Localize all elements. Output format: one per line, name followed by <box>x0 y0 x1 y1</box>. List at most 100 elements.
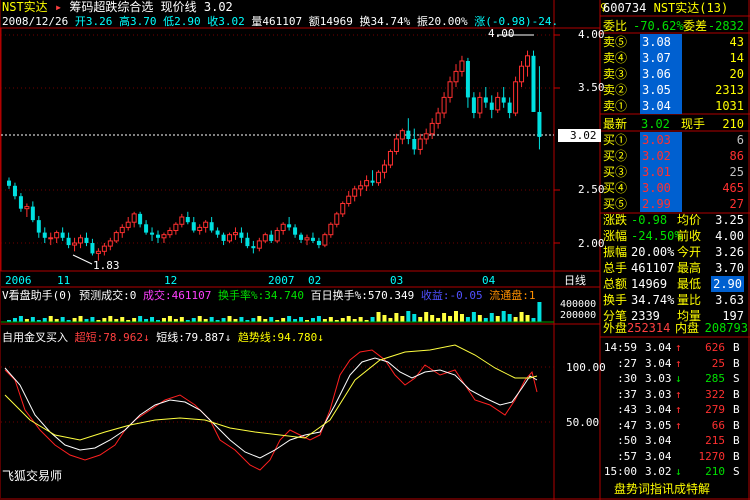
volume-bar <box>287 316 292 322</box>
candle <box>477 92 483 119</box>
ohlc-change: 涨(-0.98)-24. <box>474 15 559 28</box>
candle <box>251 240 256 254</box>
volume-bar <box>239 317 244 322</box>
volume-bar <box>382 315 387 322</box>
sell-label: 卖⑤ <box>603 35 628 49</box>
sell-volume: 14 <box>729 51 744 65</box>
candle <box>173 222 179 235</box>
indicator-trend: 趋势线:94.780 <box>237 331 318 344</box>
candle <box>310 232 315 243</box>
candle <box>197 224 203 235</box>
volume-bar <box>179 317 184 322</box>
buy-row: 买③ 3.01 25 <box>603 164 748 180</box>
volume-bar <box>30 317 35 322</box>
tick-row: :30 3.03 ↓ 285 S <box>617 372 740 385</box>
sell-row: 卖② 3.05 2313 <box>603 82 748 98</box>
candle <box>232 227 238 240</box>
candle <box>185 211 190 225</box>
period-label[interactable]: 日线 <box>564 274 586 287</box>
buy-row: 买⑤ 2.99 27 <box>603 196 748 212</box>
volume-bar <box>412 314 417 322</box>
vol-gain: 收益:-0.05 <box>420 289 483 302</box>
candle <box>203 220 209 233</box>
sell-price: 3.07 <box>640 50 682 66</box>
volume-helper-header: V看盘助手(0) 预测成交:0 成交:461107 换手率%:34.740 百日… <box>2 289 535 302</box>
candle <box>113 230 119 243</box>
candle <box>537 66 542 150</box>
volume-bar <box>537 302 542 322</box>
volume-bar <box>221 318 226 322</box>
volume-bar <box>120 317 125 322</box>
candle <box>513 76 519 117</box>
tick-row: 15:00 3.02 ↓ 210 S <box>603 465 740 478</box>
volume-bar <box>406 311 411 322</box>
sell-volume: 43 <box>729 35 744 49</box>
volume-bar <box>197 316 202 322</box>
ohlc-date: 2008/12/26 <box>2 15 69 28</box>
candle <box>239 227 244 243</box>
formula-name[interactable]: 筹码超跌综合选 <box>69 0 153 14</box>
volume-bar <box>108 316 113 322</box>
buy-volume: 6 <box>736 133 744 147</box>
candle <box>90 238 95 256</box>
volume-bar <box>465 317 470 322</box>
price-axis-label: 4.00 <box>578 28 605 41</box>
candle <box>519 61 525 87</box>
stock-name: NST实达 <box>653 1 700 15</box>
stat-row: 总额 14969 最低 2.90 <box>603 276 744 292</box>
candle <box>358 180 364 197</box>
vol-helper-title[interactable]: V看盘助手(0) <box>2 289 73 302</box>
vol-amount: 成交:461107 <box>143 289 212 302</box>
price-axis-label: 2.00 <box>578 237 605 250</box>
volume-bar <box>442 313 447 322</box>
candle <box>412 128 417 155</box>
ohlc-open: 开3.26 <box>74 15 113 28</box>
candle <box>435 107 441 129</box>
buy-price: 2.99 <box>640 196 682 212</box>
buy-label: 买② <box>603 149 628 163</box>
volume-bar <box>424 312 429 322</box>
sell-volume: 20 <box>729 67 744 81</box>
volume-bar <box>418 317 423 322</box>
candle <box>293 224 298 238</box>
buy-row: 买② 3.02 86 <box>603 148 748 164</box>
volume-bar <box>18 316 23 322</box>
volume-bar <box>150 317 155 322</box>
header-arrow-icon[interactable]: ▸ <box>55 0 62 14</box>
ohlc-high: 高3.70 <box>118 15 157 28</box>
trend-line <box>4 344 538 441</box>
volume-bar <box>358 317 363 322</box>
volume-bar <box>257 316 262 322</box>
candle <box>262 232 268 243</box>
price-axis-label: 2.50 <box>578 183 605 196</box>
sell-label: 卖② <box>603 83 628 97</box>
volume-bar <box>102 318 107 322</box>
candle <box>30 201 35 223</box>
stat-row: 涨幅 -24.50% 前收 4.00 <box>603 229 744 243</box>
indicator-title[interactable]: 自用金叉买入 <box>2 331 68 344</box>
vol-pred: 预测成交:0 <box>79 289 137 302</box>
candle <box>12 182 17 200</box>
vol-turnover100: 百日换手%:570.349 <box>310 289 415 302</box>
volume-bar <box>72 318 77 322</box>
indicator-lines <box>4 344 538 471</box>
candle <box>131 211 137 228</box>
candle <box>531 50 536 112</box>
candle <box>221 232 226 246</box>
stat-row: 换手 34.74% 量比 3.63 <box>603 293 744 307</box>
candle <box>156 230 160 243</box>
bottom-menu[interactable]: 盘势词指讯成特解 <box>614 483 710 496</box>
low-marker <box>72 254 93 265</box>
price-axis-label: 3.50 <box>578 81 605 94</box>
ohlc-close: 收3.02 <box>207 15 245 28</box>
candle <box>280 222 286 235</box>
candle <box>447 76 453 103</box>
candle <box>465 57 470 108</box>
volume-bar <box>513 317 518 322</box>
app-footer-name: 飞狐交易师 <box>2 469 63 483</box>
volume-bars <box>1 302 554 323</box>
tick-row: :37 3.03 ↑ 322 B <box>617 387 740 401</box>
buy-volume: 27 <box>729 197 744 211</box>
candle <box>441 92 447 119</box>
volume-bar <box>299 317 304 322</box>
